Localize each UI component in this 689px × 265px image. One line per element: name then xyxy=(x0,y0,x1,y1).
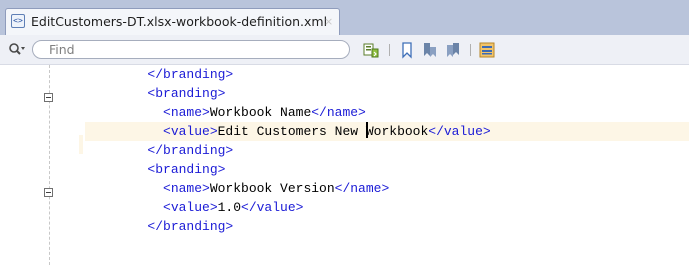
next-bookmark-icon[interactable] xyxy=(444,41,462,59)
code-line-current[interactable]: <value>Edit Customers New Workbook</valu… xyxy=(85,122,689,141)
toggle-view-icon[interactable] xyxy=(478,41,496,59)
tab-workbook-definition[interactable]: <> EditCustomers-DT.xlsx-workbook-defini… xyxy=(5,8,340,35)
editor-toolbar: Find xyxy=(0,35,689,65)
code-line[interactable]: </branding> xyxy=(85,217,689,236)
xml-tag: </branding> xyxy=(147,67,234,82)
bookmark-icon[interactable] xyxy=(398,41,416,59)
toolbar-separator xyxy=(389,44,390,56)
xml-tag: </value> xyxy=(428,124,491,139)
xml-tag: </value> xyxy=(241,200,304,215)
xml-tag: </name> xyxy=(311,105,366,120)
xml-tag: <branding> xyxy=(147,162,226,177)
xml-text: Workbook Version xyxy=(209,181,335,196)
code-line[interactable]: </branding> xyxy=(85,65,689,84)
xml-tag: <name> xyxy=(163,105,210,120)
toolbar-separator xyxy=(470,44,471,56)
xml-tag: <branding> xyxy=(147,86,226,101)
search-input[interactable]: Find xyxy=(32,40,350,59)
code-line[interactable]: <branding> xyxy=(85,84,689,103)
xml-tag: <name> xyxy=(163,181,210,196)
xml-tag: </name> xyxy=(334,181,390,196)
xml-tag: <value> xyxy=(163,200,218,215)
code-line[interactable]: <value>1.0</value> xyxy=(85,198,689,217)
code-editor[interactable]: </branding> <branding> <name>Workbook Na… xyxy=(0,65,689,265)
current-line-gutter-marker xyxy=(79,135,83,154)
editor-tab-bar: <> EditCustomers-DT.xlsx-workbook-defini… xyxy=(0,0,689,35)
xml-text: 1.0 xyxy=(217,200,242,215)
xml-text: Edit Customers New xyxy=(217,124,366,139)
xml-file-icon: <> xyxy=(11,14,25,28)
line-gutter xyxy=(0,65,83,265)
code-line[interactable]: <name>Workbook Version</name> xyxy=(85,179,689,198)
code-line[interactable]: <name>Workbook Name</name> xyxy=(85,103,689,122)
code-line[interactable]: <branding> xyxy=(85,160,689,179)
xml-text: Workbook Name xyxy=(209,105,312,120)
magnifier-dropdown-icon[interactable] xyxy=(8,42,26,58)
fold-toggle-icon[interactable] xyxy=(44,188,53,197)
xml-tag: </branding> xyxy=(147,143,234,158)
tab-title: EditCustomers-DT.xlsx-workbook-definitio… xyxy=(31,14,328,29)
search-placeholder: Find xyxy=(49,42,75,57)
xml-text: Workbook xyxy=(365,124,429,139)
xml-tag: <value> xyxy=(163,124,218,139)
fold-toggle-icon[interactable] xyxy=(44,93,53,102)
code-line[interactable]: </branding> xyxy=(85,141,689,160)
previous-bookmark-icon[interactable] xyxy=(421,41,439,59)
xml-tag: </branding> xyxy=(147,219,234,234)
close-icon[interactable]: × xyxy=(324,14,333,30)
find-usages-icon[interactable] xyxy=(362,41,380,59)
